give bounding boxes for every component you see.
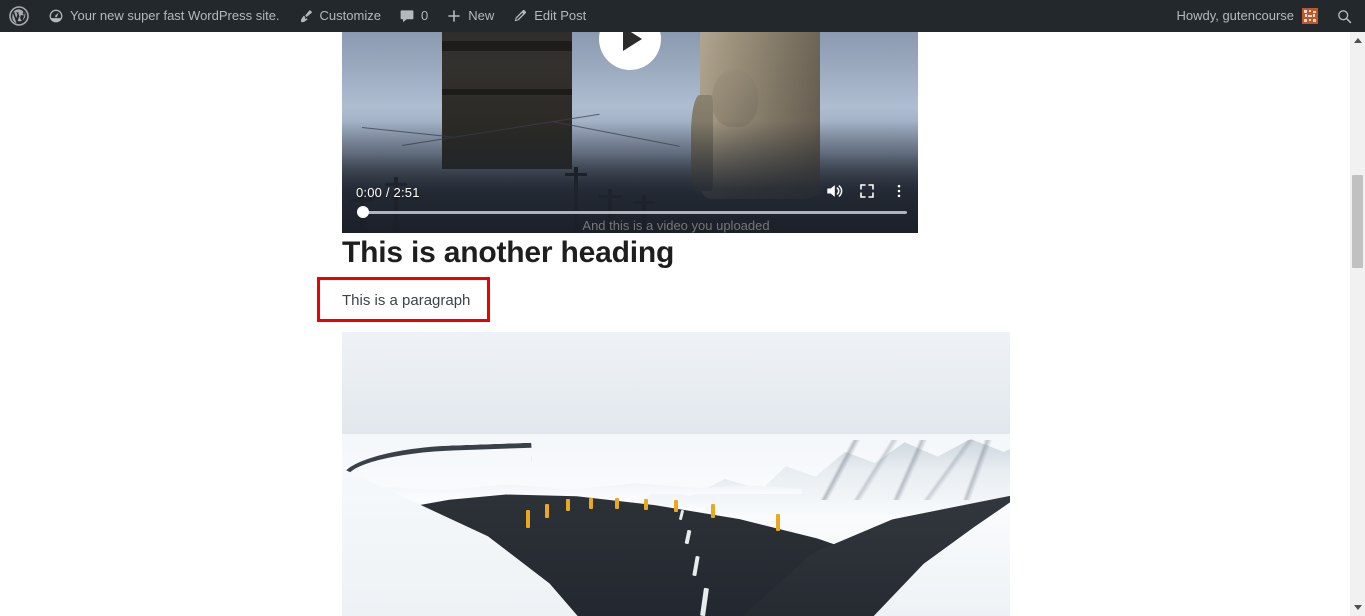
comment-bubble-icon	[399, 8, 415, 24]
marker-post	[644, 499, 648, 510]
comments-button[interactable]: 0	[390, 0, 437, 32]
search-button[interactable]	[1328, 0, 1365, 32]
scroll-up-arrow[interactable]	[1350, 32, 1365, 49]
wordpress-logo-button[interactable]	[0, 0, 39, 32]
wordpress-logo-icon	[9, 6, 29, 26]
video-caption: And this is a video you uploaded	[582, 218, 770, 233]
marker-post	[776, 514, 780, 531]
progress-track[interactable]	[357, 211, 907, 214]
statue-head	[712, 69, 758, 127]
site-name-menu[interactable]: Your new super fast WordPress site.	[39, 0, 289, 32]
marker-post	[545, 504, 549, 518]
scroll-down-arrow[interactable]	[1350, 599, 1365, 616]
howdy-label: Howdy, gutencourse	[1176, 8, 1294, 23]
edit-post-button[interactable]: Edit Post	[503, 0, 595, 32]
video-time-display: 0:00 / 2:51	[356, 185, 420, 200]
edit-post-label: Edit Post	[534, 8, 587, 23]
site-name-label: Your new super fast WordPress site.	[70, 8, 280, 23]
snow-road-image[interactable]	[342, 332, 1010, 616]
kebab-menu-icon[interactable]	[890, 182, 908, 200]
marker-post	[526, 510, 530, 528]
marker-post	[674, 500, 678, 512]
volume-icon[interactable]	[824, 181, 844, 201]
plus-icon	[446, 8, 462, 24]
scrollbar-thumb[interactable]	[1352, 175, 1363, 268]
post-heading: This is another heading	[342, 236, 675, 269]
marker-post	[615, 498, 619, 509]
video-block[interactable]: 0:00 / 2:51	[342, 32, 918, 233]
comments-count: 0	[420, 8, 429, 23]
new-label: New	[468, 8, 495, 23]
chevron-down-icon	[1353, 605, 1362, 610]
pencil-icon	[512, 8, 528, 24]
marker-post	[589, 498, 593, 509]
my-account-menu[interactable]: Howdy, gutencourse	[1167, 0, 1328, 32]
wp-admin-bar: Your new super fast WordPress site. Cust…	[0, 0, 1365, 32]
user-avatar-identicon	[1302, 8, 1318, 24]
new-content-button[interactable]: New	[437, 0, 503, 32]
post-content-area: 0:00 / 2:51 And this is a video you uplo…	[0, 32, 1350, 616]
marker-post	[566, 499, 570, 511]
customize-button[interactable]: Customize	[289, 0, 390, 32]
marker-post	[711, 504, 715, 518]
admin-bar-left-group: Your new super fast WordPress site. Cust…	[0, 0, 595, 32]
search-icon	[1336, 8, 1353, 25]
paintbrush-icon	[298, 8, 314, 24]
video-frame[interactable]: 0:00 / 2:51	[342, 32, 918, 233]
video-control-icons	[824, 181, 908, 201]
post-paragraph[interactable]: This is a paragraph	[342, 290, 642, 312]
dashboard-icon	[48, 8, 64, 24]
fullscreen-icon[interactable]	[858, 182, 876, 200]
page-scrollbar[interactable]	[1350, 32, 1365, 616]
chevron-up-icon	[1353, 38, 1362, 43]
admin-bar-right-group: Howdy, gutencourse	[1167, 0, 1365, 32]
customize-label: Customize	[319, 8, 381, 23]
play-triangle	[623, 32, 642, 51]
